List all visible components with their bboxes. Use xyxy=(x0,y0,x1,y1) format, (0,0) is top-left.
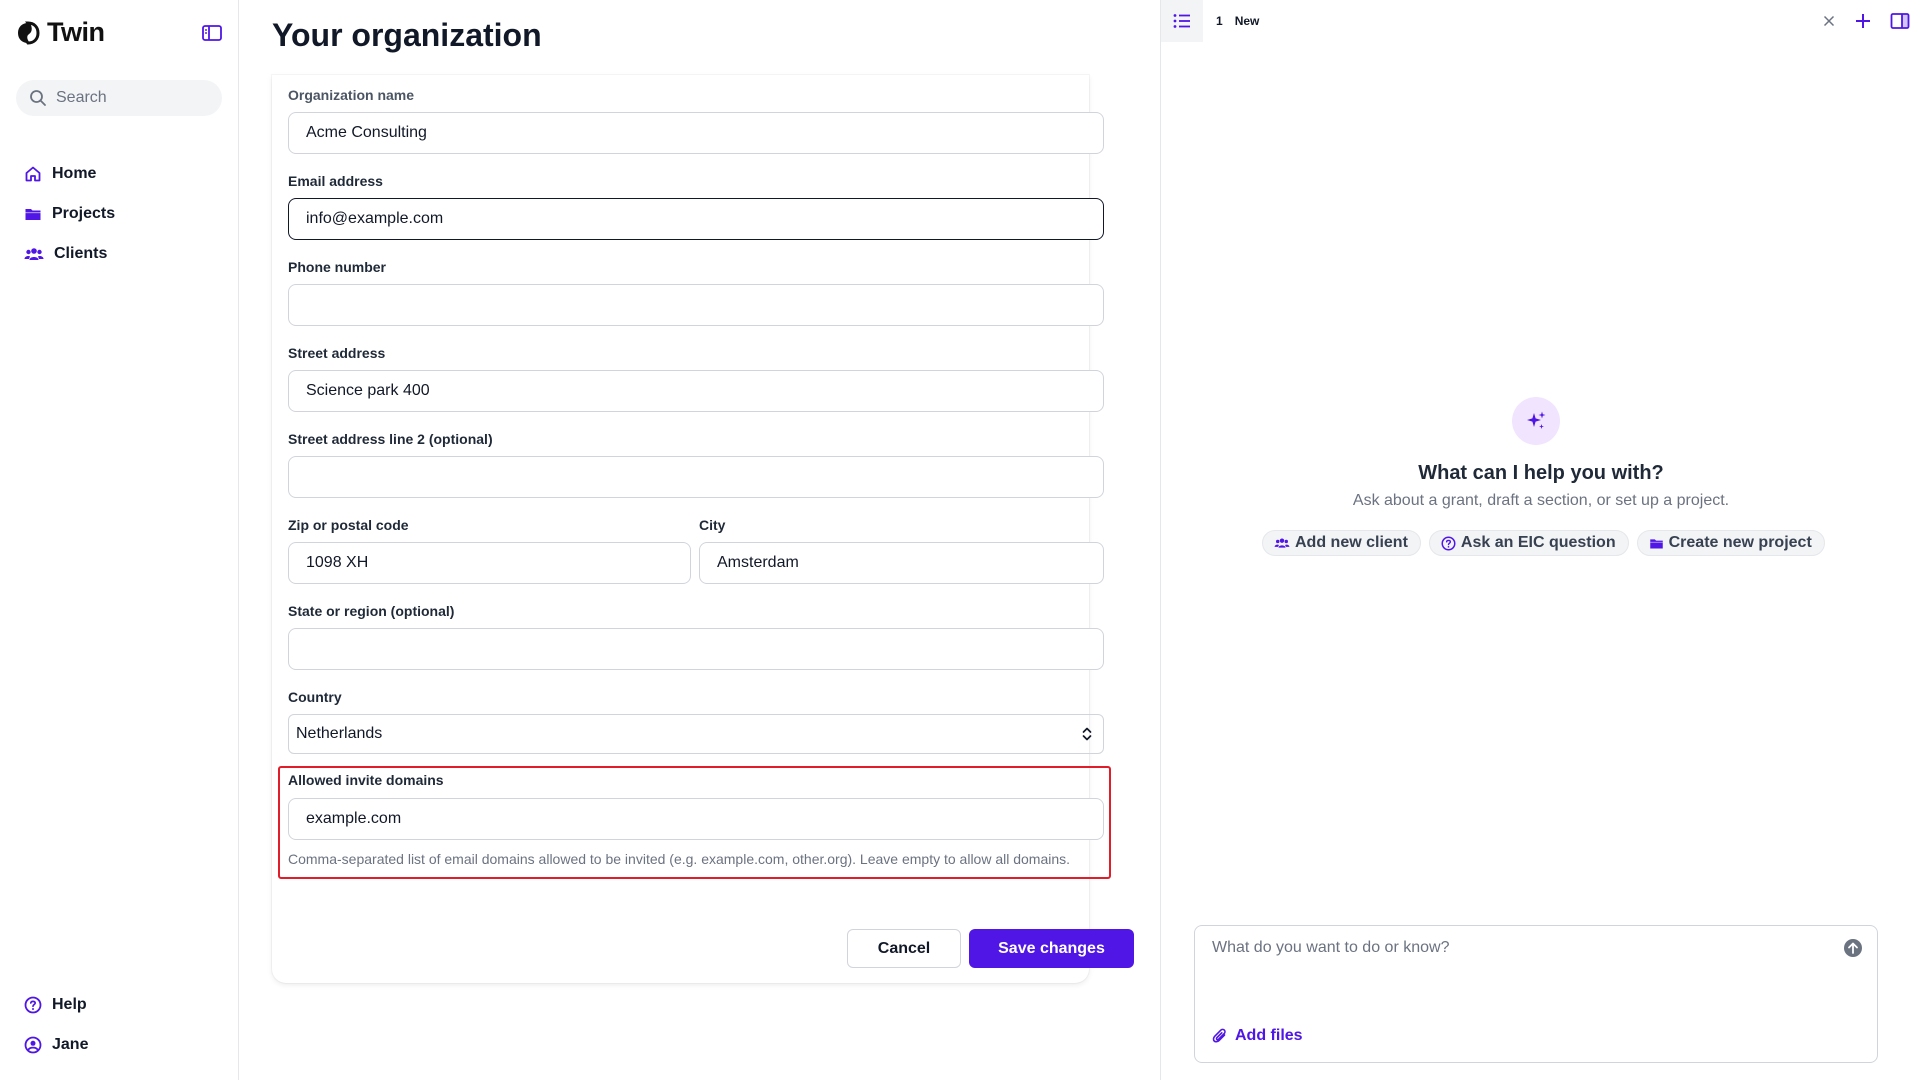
chip-label: Ask an EIC question xyxy=(1460,534,1616,551)
organization-form: Organization name Email address Phone nu… xyxy=(272,75,1134,983)
country-select-value: Netherlands xyxy=(296,725,383,742)
chat-composer: Add files xyxy=(1194,925,1878,1063)
org-name-field[interactable] xyxy=(288,112,1104,154)
city-label: City xyxy=(699,517,726,533)
list-icon xyxy=(1173,14,1190,28)
state-input[interactable] xyxy=(306,640,1103,658)
phone-field[interactable] xyxy=(288,284,1104,326)
plus-icon xyxy=(1856,14,1870,28)
country-select[interactable]: Netherlands xyxy=(288,714,1104,754)
chip-create-new-project[interactable]: Create new project xyxy=(1636,530,1825,556)
domains-label: Allowed invite domains xyxy=(288,772,444,788)
nav-item-label: Help xyxy=(52,996,87,1013)
add-files-label: Add files xyxy=(1235,1027,1303,1044)
users-icon xyxy=(1274,538,1290,548)
domains-help-text: Comma-separated list of email domains al… xyxy=(288,851,1071,867)
chat-input[interactable] xyxy=(1212,939,1812,999)
suggestion-chips: Add new client Ask an EIC question Creat… xyxy=(1262,530,1825,556)
sidebar-toggle-icon xyxy=(202,25,222,41)
help-circle-icon xyxy=(24,996,42,1014)
phone-input[interactable] xyxy=(306,296,1103,314)
nav-item-label: Home xyxy=(52,165,97,182)
search-input[interactable] xyxy=(56,89,206,107)
country-label: Country xyxy=(288,689,342,705)
phone-label: Phone number xyxy=(288,259,387,275)
zip-field[interactable] xyxy=(288,542,691,584)
main-content: Your organization Organization name Emai… xyxy=(240,0,1160,1080)
folder-icon xyxy=(1649,538,1663,548)
sidebar: Twin Home Projects xyxy=(0,0,239,1080)
paperclip-icon xyxy=(1212,1028,1226,1043)
assistant-title: What can I help you with? xyxy=(1418,462,1664,484)
conversation-list-button[interactable] xyxy=(1161,0,1203,42)
close-tab-button[interactable] xyxy=(1819,11,1839,31)
sparkles-icon xyxy=(1527,411,1546,429)
arrow-up-circle-icon xyxy=(1844,939,1862,957)
chevron-up-down-icon xyxy=(1082,727,1092,741)
assistant-avatar xyxy=(1512,397,1560,445)
org-name-label: Organization name xyxy=(288,87,415,103)
zip-input[interactable] xyxy=(306,554,690,572)
home-icon xyxy=(25,166,41,182)
chip-label: Add new client xyxy=(1295,534,1408,551)
main-nav: Home Projects Clients xyxy=(24,154,115,274)
city-field[interactable] xyxy=(699,542,1104,584)
panel-layout-icon xyxy=(1890,13,1910,29)
street-field[interactable] xyxy=(288,370,1104,412)
tab-new-conversation[interactable]: 1 New xyxy=(1216,14,1259,28)
nav-item-clients[interactable]: Clients xyxy=(24,234,115,274)
folder-icon xyxy=(25,209,41,220)
search-box[interactable] xyxy=(16,80,222,116)
street2-field[interactable] xyxy=(288,456,1104,498)
domains-field[interactable] xyxy=(288,798,1104,840)
chip-add-new-client[interactable]: Add new client xyxy=(1262,530,1421,556)
tab-number: 1 xyxy=(1216,14,1223,28)
nav-item-label: Projects xyxy=(52,205,116,222)
user-circle-icon xyxy=(24,1036,42,1054)
brand-logo[interactable]: Twin xyxy=(15,17,105,48)
domains-input[interactable] xyxy=(306,810,1103,828)
state-field[interactable] xyxy=(288,628,1104,670)
search-icon xyxy=(30,90,46,106)
city-input[interactable] xyxy=(717,554,1103,572)
assistant-subtitle: Ask about a grant, draft a section, or s… xyxy=(1352,492,1730,509)
email-label: Email address xyxy=(288,173,383,189)
nav-item-help[interactable]: Help xyxy=(24,985,88,1025)
cancel-button[interactable]: Cancel xyxy=(847,929,961,968)
save-changes-button[interactable]: Save changes xyxy=(969,929,1134,968)
state-label: State or region (optional) xyxy=(288,603,455,619)
street-input[interactable] xyxy=(306,382,1103,400)
nav-item-user[interactable]: Jane xyxy=(24,1025,88,1065)
collapse-sidebar-button[interactable] xyxy=(201,23,223,43)
close-icon xyxy=(1823,15,1835,27)
nav-item-projects[interactable]: Projects xyxy=(24,194,115,234)
email-field[interactable] xyxy=(288,198,1104,240)
brand-name: Twin xyxy=(47,17,105,47)
add-files-button[interactable]: Add files xyxy=(1212,1027,1303,1045)
help-circle-icon xyxy=(1441,536,1456,550)
chip-ask-eic-question[interactable]: Ask an EIC question xyxy=(1428,530,1629,556)
new-tab-button[interactable] xyxy=(1851,9,1875,33)
email-input[interactable] xyxy=(306,210,1103,228)
bottom-nav: Help Jane xyxy=(24,985,88,1065)
toggle-panel-button[interactable] xyxy=(1889,10,1911,32)
panel-toolbar: 1 New xyxy=(1161,0,1920,42)
street-label: Street address xyxy=(288,345,386,361)
assistant-panel: 1 New What can I help you with? Ask abou… xyxy=(1160,0,1920,1080)
nav-item-label: Clients xyxy=(54,245,108,262)
street2-input[interactable] xyxy=(306,468,1103,486)
street2-label: Street address line 2 (optional) xyxy=(288,431,493,447)
org-name-input[interactable] xyxy=(306,124,1103,142)
nav-item-home[interactable]: Home xyxy=(24,154,115,194)
page-title: Your organization xyxy=(272,17,542,53)
send-button[interactable] xyxy=(1843,938,1863,958)
tab-label: New xyxy=(1234,14,1260,28)
chip-label: Create new project xyxy=(1668,534,1812,551)
twin-logo-icon xyxy=(18,20,40,45)
users-icon xyxy=(24,248,44,260)
zip-label: Zip or postal code xyxy=(288,517,409,533)
nav-item-label: Jane xyxy=(52,1036,89,1053)
